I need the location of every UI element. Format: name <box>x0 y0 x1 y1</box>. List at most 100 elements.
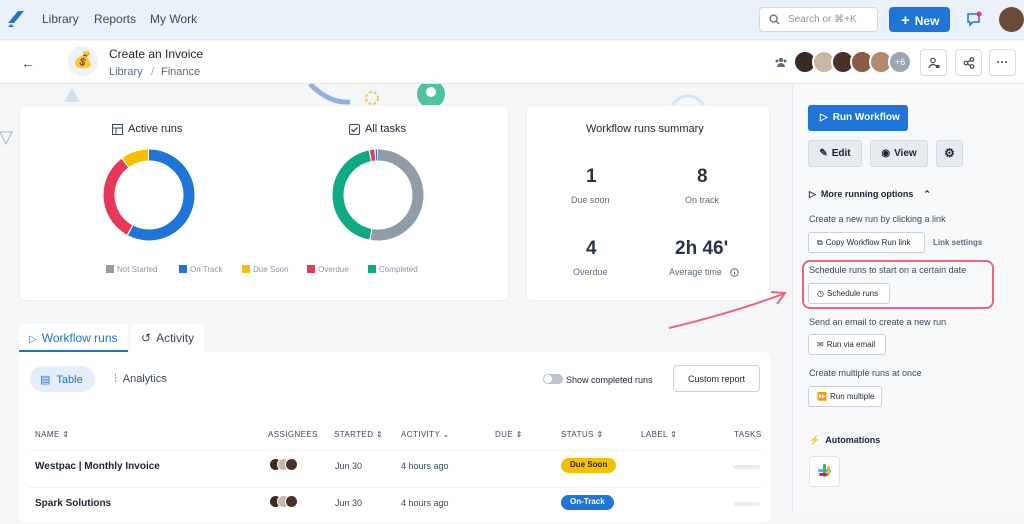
column-header-due[interactable]: DUE ⇕ <box>495 430 523 439</box>
edit-icon: ✎ <box>819 148 828 159</box>
due-soon-label: Due soon <box>571 195 610 205</box>
legend-completed: Completed <box>368 265 418 274</box>
run-via-email-label: Run via email <box>826 340 876 349</box>
run-multiple-button[interactable]: ⏩ Run multiple <box>808 386 882 407</box>
schedule-runs-button[interactable]: ◷ Schedule runs <box>808 283 890 304</box>
column-header-activity[interactable]: ACTIVITY ⌄ <box>401 430 450 439</box>
active-runs-donut[interactable] <box>101 147 197 243</box>
play-icon: ▷ <box>820 112 828 123</box>
on-track-label: On track <box>685 195 720 205</box>
envelope-icon: ✉ <box>817 340 824 349</box>
average-time-value: 2h 46' <box>675 238 729 259</box>
notifications-chat-icon[interactable] <box>966 11 982 27</box>
assign-user-button[interactable] <box>920 49 947 76</box>
tab-workflow-runs[interactable]: ▷ Workflow runs <box>19 324 128 352</box>
run-activity: 4 hours ago <box>401 461 449 471</box>
slack-icon <box>818 464 831 477</box>
breadcrumb-library[interactable]: Library <box>109 66 143 78</box>
copy-icon: ⧉ <box>817 238 823 247</box>
active-runs-title: Active runs <box>128 123 183 135</box>
more-options-label: More running options <box>820 189 914 199</box>
legend-label: Overdue <box>318 265 349 274</box>
share-button[interactable] <box>955 49 982 76</box>
run-via-email-button[interactable]: ✉ Run via email <box>808 334 886 355</box>
copy-link-label: Copy Workflow Run link <box>825 238 911 247</box>
toggle-knob <box>544 375 552 383</box>
legend-label: On Track <box>190 265 223 274</box>
slack-integration-button[interactable] <box>809 456 840 487</box>
edit-button[interactable]: ✎ Edit <box>808 140 862 167</box>
play-icon: ▷ <box>809 189 816 199</box>
search-icon <box>769 14 780 25</box>
legend-due-soon: Due Soon <box>242 265 289 274</box>
team-icon[interactable] <box>775 56 787 68</box>
bar-chart-icon: ⫶ <box>114 373 117 385</box>
legend-label: Not Started <box>117 265 158 274</box>
app-logo-icon[interactable] <box>6 9 26 29</box>
edit-label: Edit <box>831 148 851 159</box>
custom-report-button[interactable]: Custom report <box>673 365 760 392</box>
legend-swatch <box>307 265 315 273</box>
run-workflow-button[interactable]: ▷ Run Workflow <box>808 105 908 131</box>
fast-forward-icon: ⏩ <box>817 392 827 401</box>
workflow-title: Create an Invoice <box>109 47 204 61</box>
column-header-assignees[interactable]: ASSIGNEES <box>268 430 318 439</box>
user-avatar[interactable] <box>999 7 1024 32</box>
legend-overdue: Overdue <box>307 265 349 274</box>
legend-swatch <box>179 265 187 273</box>
link-settings-link[interactable]: Link settings <box>933 238 982 247</box>
show-completed-label: Show completed runs <box>566 375 653 385</box>
gear-icon: ⚙ <box>944 146 955 160</box>
legend-swatch <box>368 265 376 273</box>
breadcrumb-finance[interactable]: Finance <box>161 66 200 78</box>
search-placeholder: Search or ⌘+K <box>788 14 857 25</box>
avatar <box>285 458 298 471</box>
nav-my-work[interactable]: My Work <box>150 12 197 26</box>
tab-activity[interactable]: ↺ Activity <box>131 324 205 352</box>
column-header-label[interactable]: LABEL ⇕ <box>641 430 677 439</box>
overdue-label: Overdue <box>573 267 608 277</box>
tab-label: Activity <box>156 331 195 345</box>
column-label: STARTED <box>334 430 374 439</box>
column-label: NAME <box>35 430 60 439</box>
nav-library[interactable]: Library <box>42 12 79 26</box>
table-row[interactable]: Spark Solutions Jun 30 4 hours ago On-Tr… <box>29 487 761 524</box>
run-name: Westpac | Monthly Invoice <box>35 461 160 472</box>
table-view-button[interactable]: ▤ Table <box>30 366 95 392</box>
copy-workflow-run-link-button[interactable]: ⧉ Copy Workflow Run link <box>808 232 925 253</box>
nav-reports[interactable]: Reports <box>94 12 136 26</box>
view-button[interactable]: ◉ View <box>870 140 928 167</box>
legend-label: Due Soon <box>253 265 289 274</box>
run-multiple-label: Run multiple <box>829 392 875 401</box>
column-header-status[interactable]: STATUS ⇕ <box>561 430 604 439</box>
link-run-text: Create a new run by clicking a link <box>809 214 946 224</box>
search-input[interactable]: Search or ⌘+K <box>759 7 878 32</box>
analytics-view-button[interactable]: ⫶ Analytics <box>114 373 167 386</box>
info-icon[interactable] <box>730 268 739 277</box>
settings-button[interactable]: ⚙ <box>936 140 963 167</box>
show-completed-toggle[interactable] <box>543 374 563 384</box>
run-name: Spark Solutions <box>35 498 112 509</box>
run-started: Jun 30 <box>335 498 363 508</box>
top-navigation-bar: Library Reports My Work Search or ⌘+K + N… <box>0 0 1024 40</box>
column-header-name[interactable]: NAME ⇕ <box>35 430 69 439</box>
back-arrow-icon[interactable]: ← <box>21 55 35 71</box>
status-badge: Due Soon <box>561 458 617 473</box>
status-badge: On-Track <box>561 495 614 510</box>
tasks-progress-bar <box>734 465 760 469</box>
table-icon <box>112 124 123 135</box>
all-tasks-donut[interactable] <box>330 147 426 243</box>
more-assignees-badge[interactable]: +6 <box>888 50 912 74</box>
new-button[interactable]: + New <box>889 7 950 32</box>
table-row[interactable]: Westpac | Monthly Invoice Jun 30 4 hours… <box>29 450 761 487</box>
legend-swatch <box>106 265 114 273</box>
on-track-count: 8 <box>697 166 708 187</box>
column-header-started[interactable]: STARTED ⇕ <box>334 430 383 439</box>
column-label: ACTIVITY <box>401 430 441 439</box>
more-options-button[interactable]: ··· <box>989 49 1016 76</box>
column-header-tasks[interactable]: TASKS <box>734 430 762 439</box>
more-running-options-toggle[interactable]: ▷ More running options ⌃ <box>809 189 931 200</box>
lightning-icon: ⚡ <box>809 435 821 445</box>
column-label: LABEL <box>641 430 668 439</box>
column-label: TASKS <box>734 430 762 439</box>
